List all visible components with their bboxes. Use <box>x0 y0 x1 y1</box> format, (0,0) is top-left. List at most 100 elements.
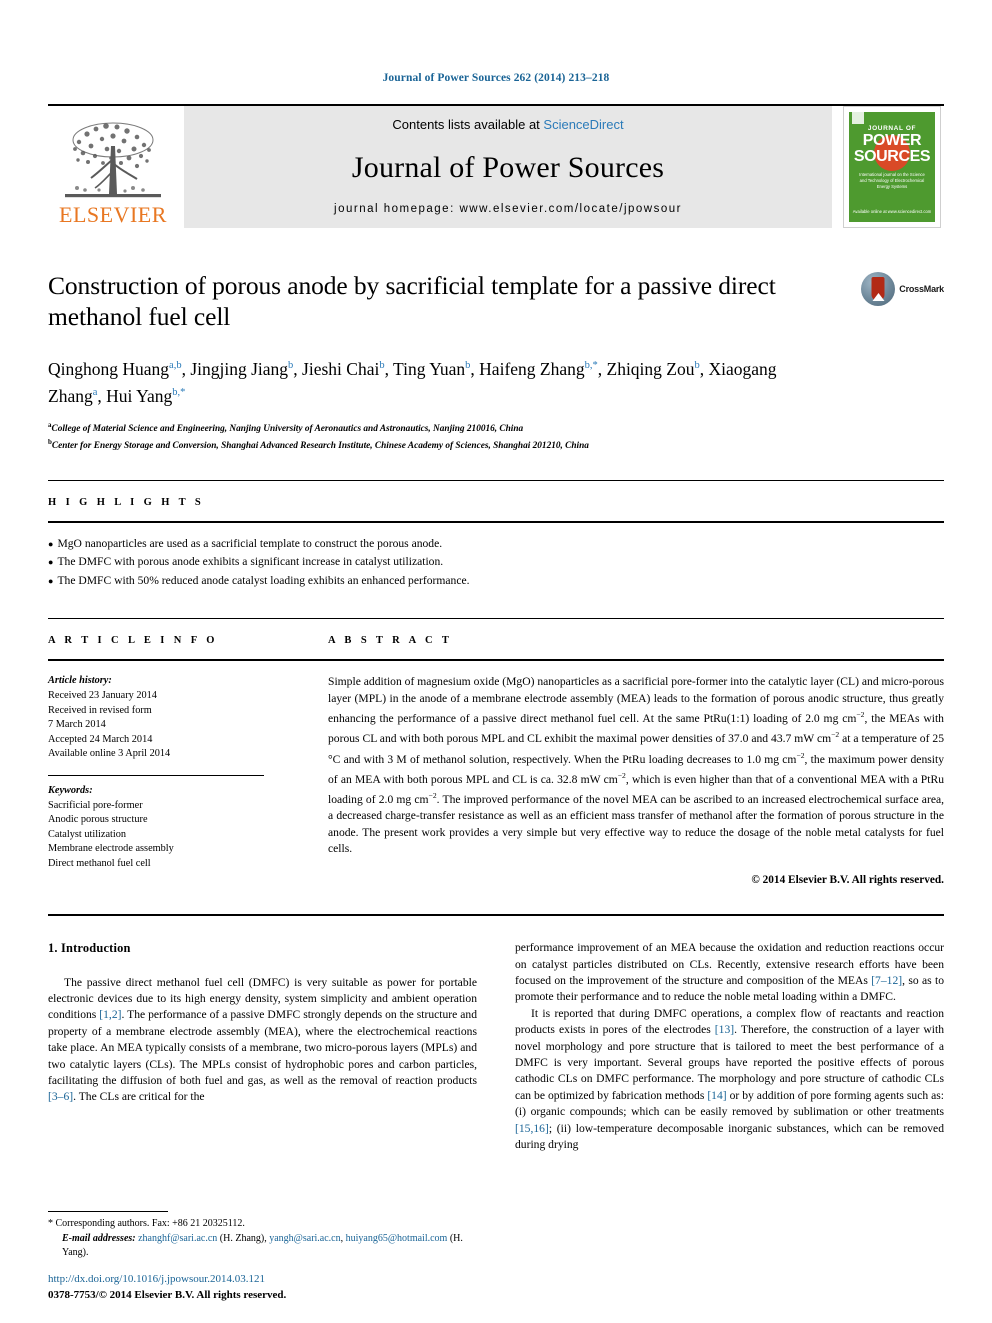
highlight-item: ● The DMFC with porous anode exhibits a … <box>48 553 944 572</box>
citation-ref[interactable]: [13] <box>715 1023 734 1036</box>
abstract-part: Simple addition of magnesium oxide (MgO)… <box>328 675 944 726</box>
masthead-center: Contents lists available at ScienceDirec… <box>184 106 832 228</box>
email-link-3[interactable]: huiyang65@hotmail.com <box>346 1233 448 1244</box>
email-owner-1: (H. Zhang), <box>219 1232 267 1244</box>
article-history-item: Received 23 January 2014 <box>48 689 157 701</box>
highlight-text: The DMFC with 50% reduced anode catalyst… <box>57 573 470 587</box>
journal-cover-block: JOURNAL OF POWER SOURCES International j… <box>840 106 944 228</box>
bullet-icon: ● <box>48 575 54 586</box>
corresponding-author-footnote: * Corresponding authors. Fax: +86 21 203… <box>48 1211 472 1261</box>
abstract-superscript: −2 <box>796 750 805 760</box>
crossmark-badge[interactable]: CrossMark <box>848 270 944 332</box>
info-abstract-section: A R T I C L E I N F O A B S T R A C T Ar… <box>48 618 944 888</box>
keyword-item: Direct methanol fuel cell <box>48 857 151 869</box>
keyword-item: Anodic porous structure <box>48 814 148 826</box>
article-page: Journal of Power Sources 262 (2014) 213–… <box>0 0 992 1323</box>
intro-paragraph-left: The passive direct methanol fuel cell (D… <box>48 975 477 1106</box>
email-link-1[interactable]: zhanghf@sari.ac.cn <box>138 1233 217 1244</box>
author-name[interactable]: Jieshi Chai <box>302 359 379 379</box>
cover-wordmark: POWER SOURCES <box>853 132 931 171</box>
affiliation-b: bCenter for Energy Storage and Conversio… <box>48 436 944 454</box>
article-history-item: Available online 3 April 2014 <box>48 748 171 760</box>
author-name[interactable]: Hui Yang <box>106 386 172 406</box>
email-separator: , <box>340 1232 344 1244</box>
highlights-list: ● MgO nanoparticles are used as a sacrif… <box>48 523 944 605</box>
article-history-label: Article history: <box>48 675 112 687</box>
author-affil-marker: a,b <box>169 360 182 371</box>
keyword-item: Membrane electrode assembly <box>48 843 174 855</box>
body-right-column: performance improvement of an MEA becaus… <box>515 940 944 1153</box>
info-divider <box>48 774 264 776</box>
footnote-corresponding-line: * Corresponding authors. Fax: +86 21 203… <box>48 1217 472 1232</box>
cover-journal-of-label: JOURNAL OF <box>867 125 917 132</box>
keyword-item: Sacrificial pore-former <box>48 799 143 811</box>
footnote-corresponding-text: Corresponding authors. Fax: +86 21 20325… <box>55 1218 245 1230</box>
citation-ref[interactable]: [14] <box>707 1089 726 1102</box>
elsevier-tree-icon <box>65 122 161 198</box>
citation-ref[interactable]: [15,16] <box>515 1122 549 1135</box>
highlight-text: MgO nanoparticles are used as a sacrific… <box>57 536 443 550</box>
doi-link[interactable]: http://dx.doi.org/10.1016/j.jpowsour.201… <box>48 1271 286 1287</box>
article-history-item: Received in revised form <box>48 704 152 716</box>
footnote-divider <box>48 1211 168 1213</box>
bullet-icon: ● <box>48 557 54 568</box>
footnote-star: * <box>48 1218 53 1230</box>
cover-publisher-icon <box>852 111 864 124</box>
cover-sources-label: SOURCES <box>853 148 931 165</box>
crossmark-icon <box>861 272 896 306</box>
elsevier-wordmark: ELSEVIER <box>59 202 167 227</box>
abstract-text: Simple addition of magnesium oxide (MgO)… <box>328 674 944 857</box>
author-name[interactable]: Jingjing Jiang <box>190 359 288 379</box>
citation-ref[interactable]: [1,2] <box>99 1008 121 1021</box>
author-sep: , <box>97 385 107 406</box>
article-info-heading: A R T I C L E I N F O <box>48 635 218 647</box>
running-head: Journal of Power Sources 262 (2014) 213–… <box>382 72 610 84</box>
citation-ref[interactable]: [7–12] <box>871 974 902 987</box>
highlight-item: ● The DMFC with 50% reduced anode cataly… <box>48 572 944 591</box>
intro-text: ; (ii) low-temperature decomposable inor… <box>515 1121 944 1151</box>
page-title: Construction of porous anode by sacrific… <box>48 271 776 331</box>
email-addresses-label: E-mail addresses: <box>62 1232 136 1244</box>
body-left-column: 1. Introduction The passive direct metha… <box>48 940 477 1153</box>
author-name[interactable]: Qinghong Huang <box>48 359 169 379</box>
keywords-label: Keywords: <box>48 784 93 796</box>
author-name[interactable]: Zhiqing Zou <box>607 359 695 379</box>
author-name[interactable]: Ting Yuan <box>393 359 465 379</box>
affiliation-a: aCollege of Material Science and Enginee… <box>48 419 944 437</box>
highlight-item: ● MgO nanoparticles are used as a sacrif… <box>48 535 944 554</box>
affiliation-text: Center for Energy Storage and Conversion… <box>51 441 589 452</box>
article-info-column: Article history: Received 23 January 201… <box>48 674 328 888</box>
bullet-icon: ● <box>48 538 54 549</box>
email-link-2[interactable]: yangh@sari.ac.cn <box>269 1233 340 1244</box>
author-sep: , <box>597 358 607 379</box>
journal-masthead: ELSEVIER Contents lists available at Sci… <box>48 104 944 228</box>
article-history-item: Accepted 24 March 2014 <box>48 733 153 745</box>
contents-prefix: Contents lists available at <box>392 117 544 132</box>
keyword-item: Catalyst utilization <box>48 828 127 840</box>
cover-power-label: POWER <box>862 132 922 149</box>
crossmark-label: CrossMark <box>899 284 944 294</box>
intro-text: . The CLs are critical for the <box>73 1090 205 1104</box>
highlight-text: The DMFC with porous anode exhibits a si… <box>57 555 444 569</box>
journal-homepage[interactable]: journal homepage: www.elsevier.com/locat… <box>334 203 682 215</box>
citation-ref[interactable]: [3–6] <box>48 1090 73 1103</box>
footer-doi-block: http://dx.doi.org/10.1016/j.jpowsour.201… <box>48 1271 286 1303</box>
title-row: Construction of porous anode by sacrific… <box>48 270 944 332</box>
issn-copyright-line: 0378-7753/© 2014 Elsevier B.V. All right… <box>48 1289 287 1301</box>
abstract-heading: A B S T R A C T <box>328 635 453 647</box>
section-heading-introduction: 1. Introduction <box>48 941 131 956</box>
sciencedirect-link[interactable]: ScienceDirect <box>543 117 623 132</box>
author-sep: , <box>470 358 480 379</box>
abstract-superscript: −2 <box>617 770 626 780</box>
intro-paragraph-right-2: It is reported that during DMFC operatio… <box>515 1006 944 1154</box>
body-columns: 1. Introduction The passive direct metha… <box>48 914 944 1153</box>
author-affil-marker: b,* <box>584 360 598 371</box>
copyright-line: © 2014 Elsevier B.V. All rights reserved… <box>751 873 944 886</box>
author-sep: , <box>293 358 303 379</box>
author-list: Qinghong Huanga,b, Jingjing Jiangb, Jies… <box>48 354 828 408</box>
abstract-column: Simple addition of magnesium oxide (MgO)… <box>328 674 944 888</box>
cover-subtitle: International journal on the Science and… <box>859 172 925 189</box>
affiliation-text: College of Material Science and Engineer… <box>51 423 524 434</box>
author-name[interactable]: Haifeng Zhang <box>479 359 584 379</box>
highlights-section: H I G H L I G H T S ● MgO nanoparticles … <box>48 479 944 605</box>
